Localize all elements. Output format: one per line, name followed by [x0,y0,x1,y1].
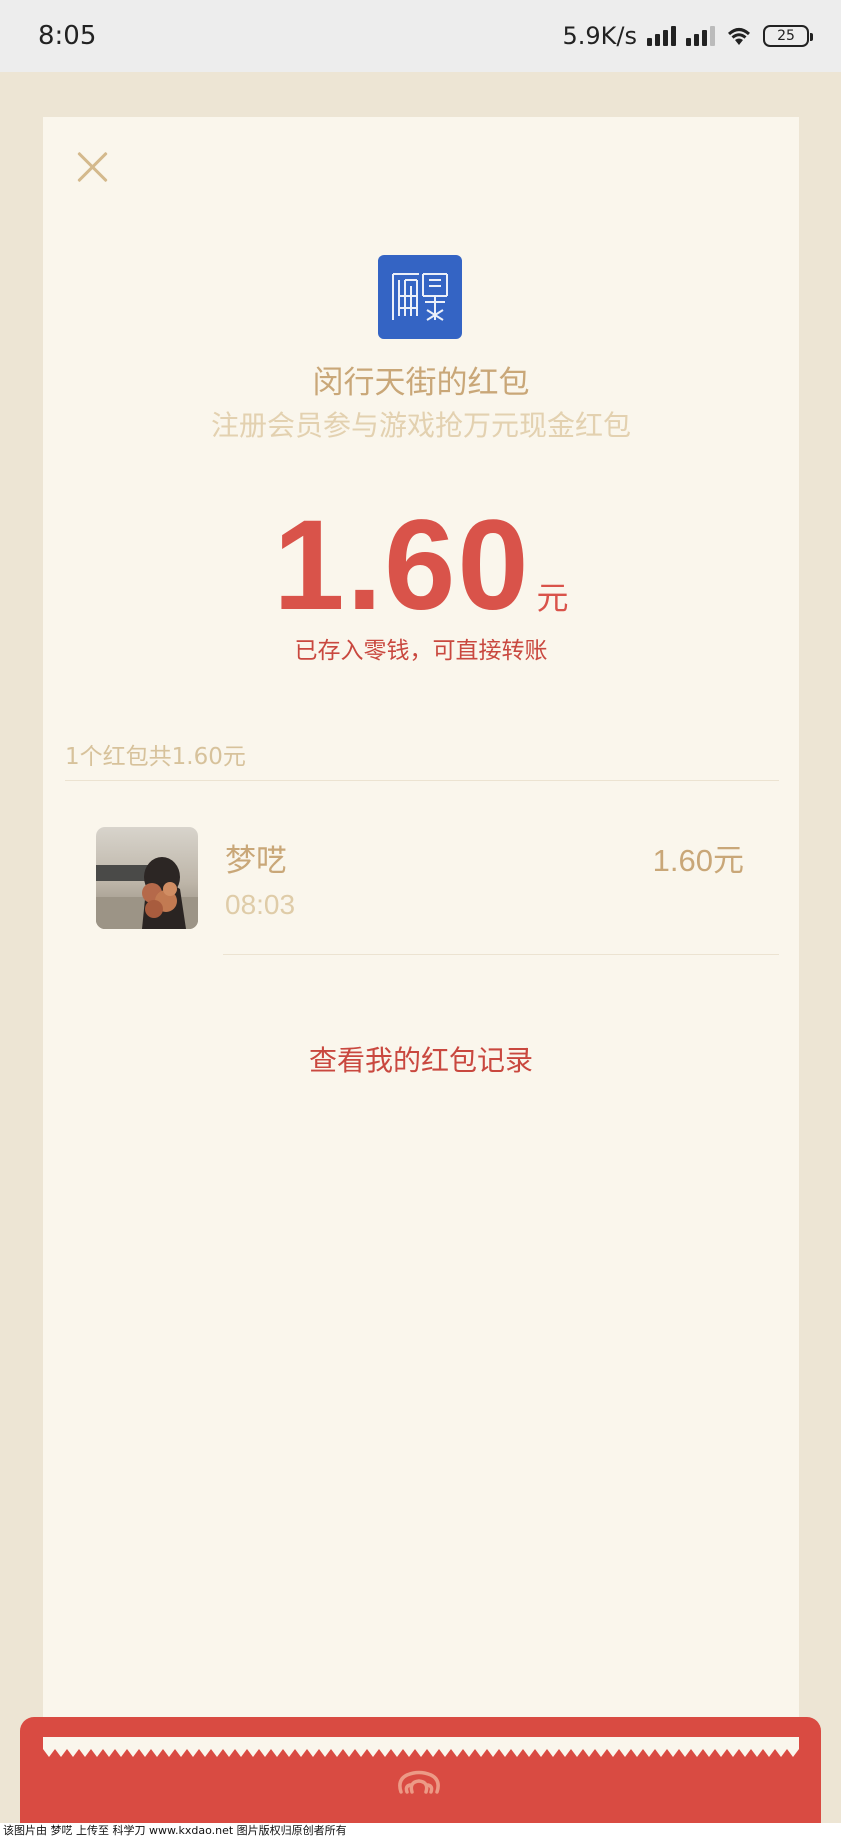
list-item[interactable]: 梦呓 08:03 1.60元 [43,817,799,937]
signal-icon [686,26,715,46]
network-speed: 5.9K/s [562,22,638,50]
amount-value: 1.60 [273,494,531,637]
receiver-name: 梦呓 [225,843,287,879]
battery-level: 25 [777,28,795,44]
receive-time: 08:03 [225,889,296,920]
stored-to-wallet-note[interactable]: 已存入零钱，可直接转账 [43,631,799,665]
receive-amount: 1.60元 [652,843,744,878]
status-icons: 5.9K/s 25 [562,22,813,50]
red-packet-card: 闵行天街的红包 注册会员参与游戏抢万元现金红包 1.60 元 已存入零钱，可直接… [43,117,799,1737]
view-red-packet-history-link[interactable]: 查看我的红包记录 [43,1039,799,1079]
packet-subtitle: 注册会员参与游戏抢万元现金红包 [210,409,631,442]
amount-display: 1.60 元 [43,492,799,639]
wifi-icon [727,28,751,45]
avatar[interactable] [96,827,198,929]
close-icon[interactable] [73,147,113,187]
watermark-text: 该图片由 梦呓 上传至 科学刀 www.kxdao.net 图片版权归原创者所有 [0,1823,841,1839]
divider [65,780,779,781]
red-packet-emblem-icon [398,1770,440,1794]
zigzag-edge [43,1737,799,1757]
battery-icon: 25 [763,25,813,47]
qr-logo-icon [378,255,462,339]
packet-summary: 1个红包共1.60元 [65,744,246,770]
divider [223,954,779,955]
packet-title: 闵行天街的红包 [312,365,530,401]
signal-icon [647,26,676,46]
status-bar: 8:05 5.9K/s 25 [0,0,841,72]
status-time: 8:05 [38,21,97,51]
amount-unit: 元 [536,579,569,617]
